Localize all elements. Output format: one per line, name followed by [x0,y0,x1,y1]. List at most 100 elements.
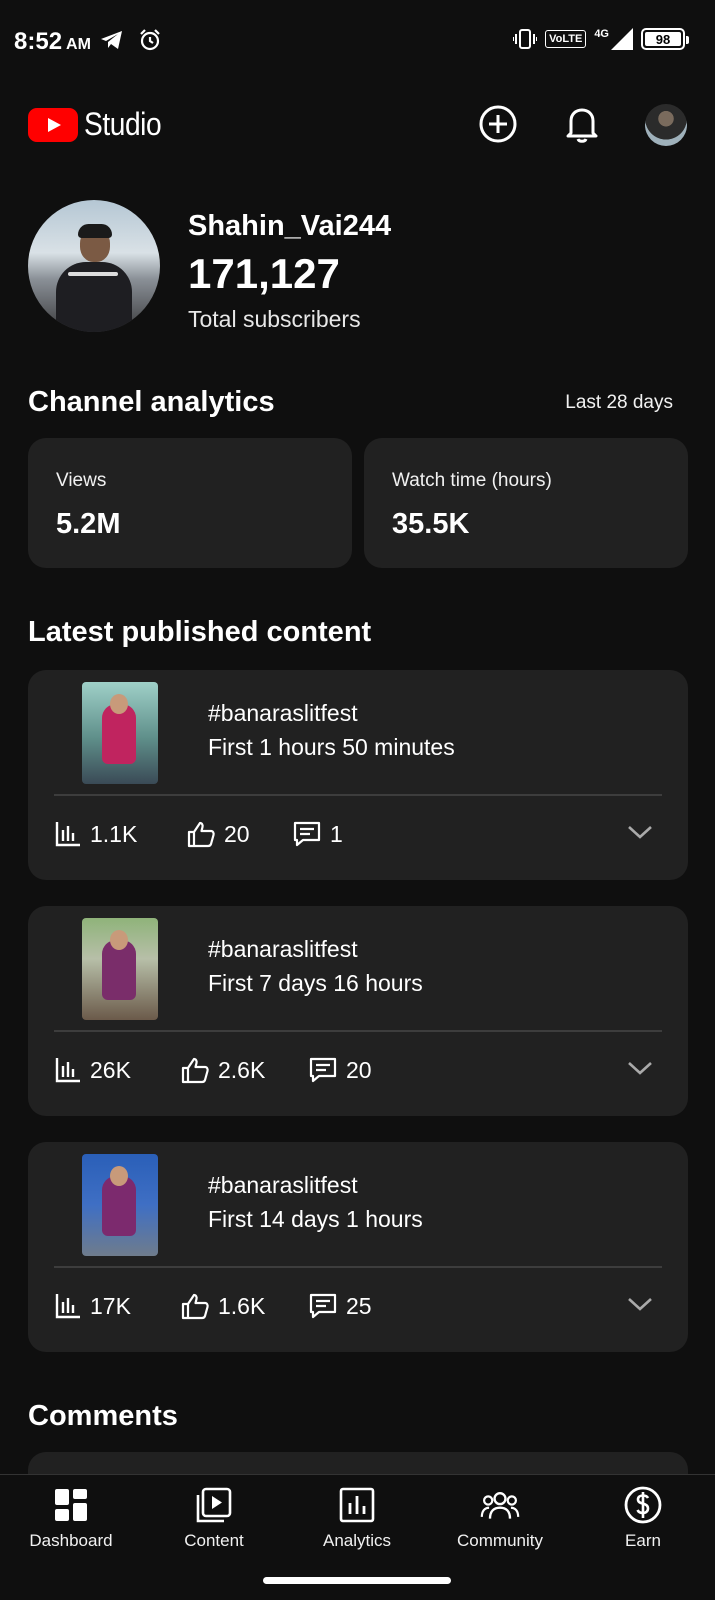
thumbs-up-icon [181,1293,209,1320]
analytics-icon [339,1487,375,1523]
comments-count: 25 [346,1292,372,1319]
channel-analytics-title: Channel analytics [28,386,275,418]
channel-avatar[interactable] [28,200,160,332]
subscriber-label: Total subscribers [188,306,361,332]
status-notification-icons [100,28,162,52]
earn-icon [624,1486,662,1524]
comments-metric: 25 [308,1292,372,1320]
nav-label: Dashboard [29,1531,113,1550]
dashboard-icon [55,1489,87,1521]
card-divider [54,1030,662,1032]
likes-count: 2.6K [218,1056,266,1083]
thumbs-up-icon [181,1057,209,1084]
card-divider [54,794,662,796]
status-bar: 8:52 AM VoLTE 4G 98 [0,0,715,84]
chevron-down-icon [628,1062,652,1075]
likes-metric: 2.6K [180,1056,265,1084]
video-thumbnail[interactable] [82,1154,158,1256]
youtube-studio-logo[interactable]: Studio [28,106,172,143]
create-icon [479,105,517,143]
thumbs-up-icon [187,821,215,848]
youtube-logo-icon [28,107,78,142]
battery-icon: 98 [641,28,689,50]
video-timeframe: First 1 hours 50 minutes [208,734,455,760]
comments-count: 20 [346,1056,372,1083]
status-ampm: AM [66,36,91,53]
comments-metric: 1 [292,820,343,848]
views-count: 26K [90,1056,131,1083]
status-time: 8:52 AM [14,28,91,56]
views-label: Views [56,470,107,491]
alarm-icon [140,29,160,51]
create-button[interactable] [476,102,520,146]
views-count: 1.1K [90,820,138,847]
likes-metric: 1.6K [180,1292,265,1320]
video-title: #banaraslitfest [208,700,358,726]
nav-label: Content [184,1531,244,1550]
views-metric: 1.1K [54,820,137,848]
channel-profile: Shahin_Vai244 171,127 Total subscribers [28,200,688,340]
nav-community[interactable]: Community [435,1485,565,1551]
views-value: 5.2M [56,508,121,540]
volte-badge: VoLTE [545,30,587,48]
status-clock: 8:52 [14,28,63,55]
bar-chart-icon [55,1294,80,1319]
nav-label: Analytics [322,1531,392,1550]
bar-chart-icon [55,1058,80,1083]
account-avatar[interactable] [645,104,687,146]
views-metric: 26K [54,1056,131,1084]
content-icon [196,1487,232,1523]
watch-time-card[interactable]: Watch time (hours) 35.5K [364,438,688,568]
nav-label: Community [457,1531,543,1550]
comments-title: Comments [28,1400,178,1432]
bar-chart-icon [55,822,80,847]
video-timeframe: First 14 days 1 hours [208,1206,423,1232]
views-card[interactable]: Views 5.2M [28,438,352,568]
notifications-button[interactable] [560,102,604,146]
likes-count: 1.6K [218,1292,266,1319]
nav-dashboard[interactable]: Dashboard [6,1485,136,1551]
views-count: 17K [90,1292,131,1319]
nav-earn[interactable]: Earn [578,1485,708,1551]
chevron-down-icon [628,826,652,839]
chevron-down-icon [628,1298,652,1311]
subscriber-count: 171,127 [188,250,340,297]
home-indicator[interactable] [263,1577,451,1584]
network-type: 4G [594,28,609,40]
comments-count: 1 [330,820,343,847]
community-icon [480,1492,520,1519]
video-title: #banaraslitfest [208,1172,358,1198]
expand-button[interactable] [626,822,654,847]
expand-button[interactable] [626,1294,654,1319]
comment-icon [309,1057,337,1083]
expand-button[interactable] [626,1058,654,1083]
telegram-icon [101,31,122,49]
watch-time-value: 35.5K [392,508,470,540]
nav-content[interactable]: Content [149,1485,279,1551]
watch-time-label: Watch time (hours) [392,470,552,491]
vibrate-icon [513,29,538,49]
likes-count: 20 [224,820,250,847]
content-card[interactable]: #banaraslitfest First 7 days 16 hours 26… [28,906,688,1116]
notification-bell-icon [566,108,598,143]
signal-icon [611,28,633,50]
comment-icon [309,1293,337,1319]
nav-analytics[interactable]: Analytics [292,1485,422,1551]
video-thumbnail[interactable] [82,682,158,784]
comments-metric: 20 [308,1056,372,1084]
analytics-period: Last 28 days [565,392,673,413]
latest-content-title: Latest published content [28,616,372,648]
likes-metric: 20 [186,820,250,848]
channel-name: Shahin_Vai244 [188,210,392,242]
video-title: #banaraslitfest [208,936,358,962]
comment-icon [293,821,321,847]
card-divider [54,1266,662,1268]
logo-text: Studio [84,106,162,142]
status-system-icons: VoLTE 4G 98 [513,28,689,50]
content-card[interactable]: #banaraslitfest First 14 days 1 hours 17… [28,1142,688,1352]
content-card[interactable]: #banaraslitfest First 1 hours 50 minutes… [28,670,688,880]
views-metric: 17K [54,1292,131,1320]
video-thumbnail[interactable] [82,918,158,1020]
app-header: Studio [0,96,715,160]
video-timeframe: First 7 days 16 hours [208,970,423,996]
